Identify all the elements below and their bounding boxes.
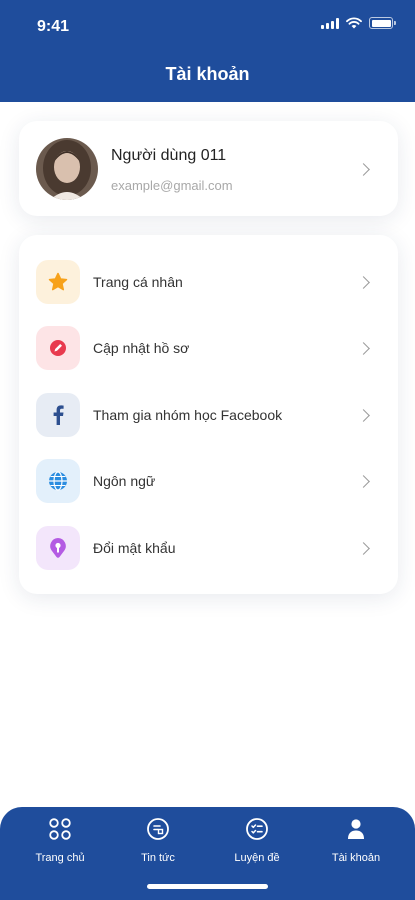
avatar [36, 138, 98, 200]
status-time: 9:41 [37, 18, 70, 35]
tab-practice[interactable]: Luyện đề [205, 807, 309, 877]
tab-home[interactable]: Trang chủ [8, 807, 112, 877]
menu-item-label: Tham gia nhóm học Facebook [93, 407, 283, 423]
menu-item-update-profile[interactable]: Cập nhật hồ sơ [19, 323, 398, 373]
home-indicator [147, 884, 268, 889]
menu-item-label: Đổi mật khẩu [93, 540, 176, 556]
menu-item-label: Cập nhật hồ sơ [93, 340, 190, 356]
grid-icon [49, 818, 71, 840]
chevron-right-icon [357, 163, 370, 176]
menu-item-label: Trang cá nhân [93, 274, 183, 290]
menu-item-label: Ngôn ngữ [93, 473, 156, 489]
chevron-right-icon [357, 276, 370, 289]
page-title: Tài khoản [165, 64, 250, 84]
facebook-icon [36, 393, 80, 437]
tab-bar: Trang chủ Tin tức Luyện đề Tài khoản [0, 807, 415, 900]
menu-item-language[interactable]: Ngôn ngữ [19, 456, 398, 506]
profile-card[interactable] [19, 121, 398, 216]
key-icon [36, 526, 80, 570]
tab-account[interactable]: Tài khoản [304, 807, 408, 877]
chevron-right-icon [357, 342, 370, 355]
menu-item-change-password[interactable]: Đổi mật khẩu [19, 523, 398, 573]
chevron-right-icon [357, 409, 370, 422]
menu-item-profile-page[interactable]: Trang cá nhân [19, 257, 398, 307]
globe-icon [36, 459, 80, 503]
tab-label: Trang chủ [35, 852, 85, 864]
menu-item-facebook-group[interactable]: Tham gia nhóm học Facebook [19, 390, 398, 440]
news-icon [147, 818, 169, 840]
chevron-right-icon [357, 542, 370, 555]
pen-icon [36, 326, 80, 370]
star-icon [36, 260, 80, 304]
header: 9:41 Tài khoản [0, 0, 415, 102]
chevron-right-icon [357, 475, 370, 488]
profile-email: example@gmail.com [111, 178, 233, 193]
tab-label: Tin tức [141, 852, 175, 864]
cellular-signal-icon [321, 17, 339, 29]
status-icons [321, 17, 396, 29]
tab-label: Luyện đề [234, 852, 280, 864]
checklist-icon [246, 818, 268, 840]
tab-news[interactable]: Tin tức [106, 807, 210, 877]
tab-label: Tài khoản [331, 852, 381, 864]
profile-name: Người dùng 011 [111, 147, 227, 164]
battery-icon [369, 17, 396, 29]
wifi-icon [346, 17, 362, 29]
user-icon [348, 819, 364, 839]
